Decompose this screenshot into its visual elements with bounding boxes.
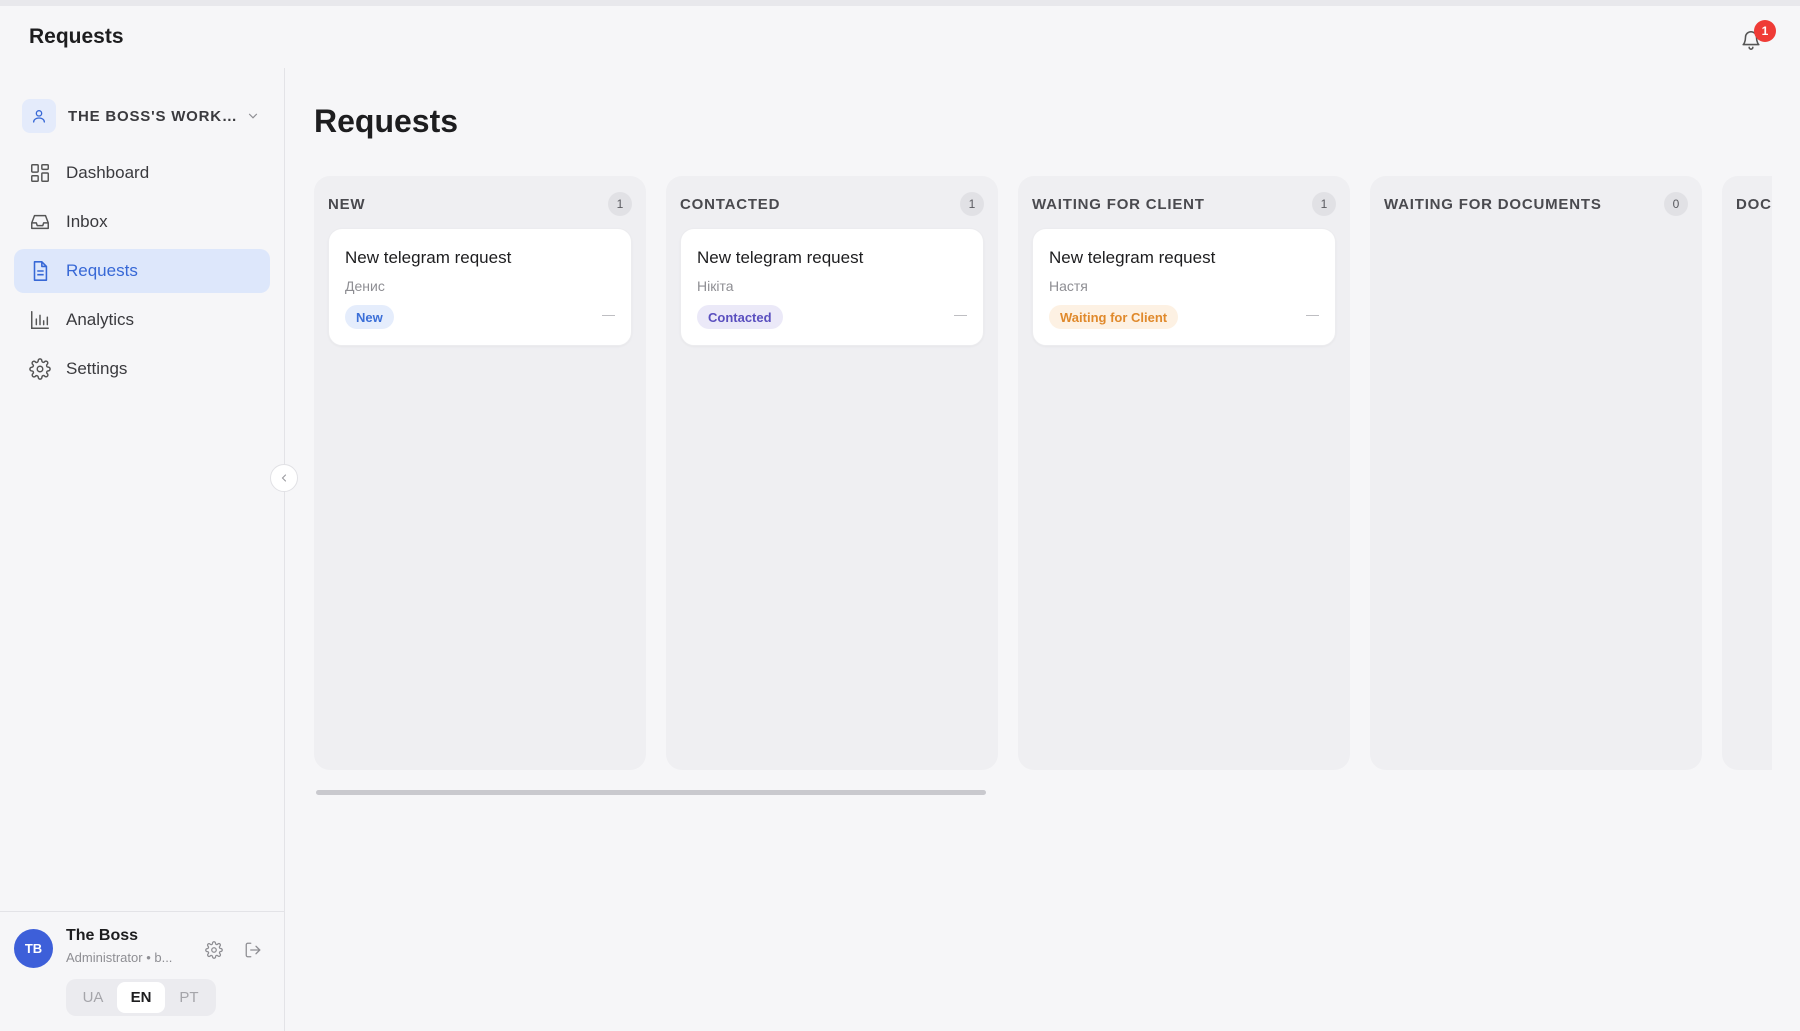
column-contacted: CONTACTED 1 New telegram request Нікіта …: [666, 176, 998, 770]
language-option-ua[interactable]: UA: [69, 982, 117, 1013]
card-meta: —: [602, 307, 615, 322]
column-title: WAITING FOR CLIENT: [1032, 195, 1205, 213]
gear-icon: [28, 357, 52, 381]
sidebar-item-dashboard[interactable]: Dashboard: [14, 151, 270, 195]
sidebar: THE BOSS'S WORKSPACE Dashboard Inbox Req…: [0, 68, 285, 1031]
column-header: CONTACTED 1: [680, 190, 984, 218]
user-icon: [33, 110, 45, 123]
column-count: 1: [608, 192, 632, 216]
status-badge: Waiting for Client: [1049, 305, 1179, 329]
kanban-board[interactable]: NEW 1 New telegram request Денис New — C…: [314, 176, 1772, 840]
column-count: 1: [1312, 192, 1336, 216]
user-settings-button[interactable]: [202, 938, 226, 962]
workspace-switcher[interactable]: THE BOSS'S WORKSPACE: [22, 95, 264, 137]
column-count: 0: [1664, 192, 1688, 216]
language-option-pt[interactable]: PT: [165, 982, 213, 1013]
column-title: WAITING FOR DOCUMENTS: [1384, 195, 1602, 213]
sidebar-item-requests[interactable]: Requests: [14, 249, 270, 293]
card-title: New telegram request: [345, 248, 512, 267]
status-badge: Contacted: [697, 305, 783, 329]
column-doc: DOC: [1722, 176, 1772, 770]
avatar[interactable]: TB: [14, 929, 53, 968]
column-new: NEW 1 New telegram request Денис New —: [314, 176, 646, 770]
main-content: Requests NEW 1 New telegram request Дени…: [286, 68, 1800, 1031]
column-header: NEW 1: [328, 190, 632, 218]
sidebar-nav: Dashboard Inbox Requests Analytics Setti…: [14, 151, 270, 396]
workspace-name: THE BOSS'S WORKSPACE: [68, 107, 240, 125]
user-role: Administrator • b...: [66, 950, 173, 965]
scrollbar-thumb[interactable]: [316, 790, 986, 795]
request-card[interactable]: New telegram request Настя Waiting for C…: [1032, 228, 1336, 346]
card-client: Денис: [345, 278, 385, 294]
top-bar: Requests 1: [0, 6, 1800, 68]
sidebar-item-label: Settings: [66, 359, 128, 378]
column-title: CONTACTED: [680, 195, 781, 213]
sidebar-item-inbox[interactable]: Inbox: [14, 200, 270, 244]
sidebar-item-label: Requests: [66, 261, 138, 280]
status-badge: New: [345, 305, 394, 329]
column-title: DOC: [1736, 195, 1772, 213]
dashboard-icon: [28, 161, 52, 185]
sidebar-item-label: Dashboard: [66, 163, 150, 182]
sidebar-item-analytics[interactable]: Analytics: [14, 298, 270, 342]
sidebar-item-label: Analytics: [66, 310, 135, 329]
request-card[interactable]: New telegram request Нікіта Contacted —: [680, 228, 984, 346]
column-header: WAITING FOR CLIENT 1: [1032, 190, 1336, 218]
language-option-en[interactable]: EN: [117, 982, 165, 1013]
card-title: New telegram request: [1049, 248, 1216, 267]
workspace-avatar: [22, 99, 56, 133]
logout-button[interactable]: [241, 938, 265, 962]
sidebar-item-settings[interactable]: Settings: [14, 347, 270, 391]
inbox-icon: [28, 210, 52, 234]
request-card[interactable]: New telegram request Денис New —: [328, 228, 632, 346]
notification-badge: 1: [1754, 20, 1776, 42]
card-title: New telegram request: [697, 248, 864, 267]
card-meta: —: [954, 307, 967, 322]
card-client: Нікіта: [697, 278, 734, 294]
document-icon: [28, 259, 52, 283]
column-count: 1: [960, 192, 984, 216]
gear-icon: [205, 941, 223, 959]
bar-chart-icon: [28, 308, 52, 332]
card-client: Настя: [1049, 278, 1088, 294]
column-header: WAITING FOR DOCUMENTS 0: [1384, 190, 1688, 218]
column-waiting-for-client: WAITING FOR CLIENT 1 New telegram reques…: [1018, 176, 1350, 770]
sidebar-item-label: Inbox: [66, 212, 108, 231]
logout-icon: [245, 942, 261, 958]
horizontal-scrollbar[interactable]: [316, 790, 1772, 796]
header-title: Requests: [29, 25, 124, 48]
notifications-button[interactable]: 1: [1734, 20, 1776, 57]
column-waiting-for-documents: WAITING FOR DOCUMENTS 0: [1370, 176, 1702, 770]
language-switcher: UA EN PT: [66, 979, 216, 1016]
user-panel: TB The Boss Administrator • b... UA EN P…: [0, 911, 285, 1031]
user-name: The Boss: [66, 927, 139, 944]
column-header: DOC: [1736, 190, 1772, 218]
chevron-down-icon: [246, 109, 260, 123]
card-meta: —: [1306, 307, 1319, 322]
column-title: NEW: [328, 195, 366, 213]
page-title: Requests: [314, 103, 459, 139]
